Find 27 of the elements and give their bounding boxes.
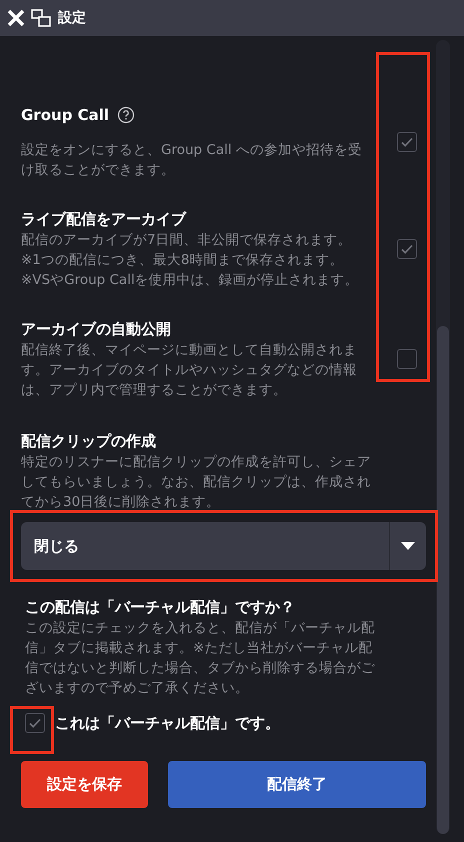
checkbox[interactable] <box>397 349 417 369</box>
checkbox[interactable] <box>397 132 417 152</box>
window-title: 設定 <box>58 8 86 28</box>
scrollbar[interactable] <box>436 40 450 834</box>
setting-title: この配信は「バーチャル配信」ですか？ <box>25 597 296 618</box>
help-icon[interactable] <box>117 106 136 124</box>
setting-description: 配信終了後、マイページに動画として自動公開されます。アーカイブのタイトルやハッシュタグなどの情報は、アプリ内で管理することができます。 <box>21 341 358 400</box>
windows-icon[interactable] <box>30 7 52 29</box>
setting-title: ライブ配信をアーカイブ <box>21 209 186 230</box>
setting-description: 配信のアーカイブが7日間、非公開で保存されます。 <box>21 231 353 250</box>
setting-title: アーカイブの自動公開 <box>21 319 171 340</box>
setting-description: ※1つの配信につき、最大8時間まで保存されます。 <box>21 251 344 270</box>
setting-description: ※VSやGroup Callを使用中は、録画が停止されます。 <box>21 271 360 290</box>
end-button[interactable]: 配信終了 <box>168 760 426 808</box>
checkbox-label[interactable]: これは「バーチャル配信」です。 <box>55 712 280 734</box>
setting-description: 特定のリスナーに配信クリップの作成を許可し、シェアしてもらいましょう。なお、配信クリップは、作成されてから30日後に削除されます。 <box>21 453 372 512</box>
setting-description: 設定をオンにすると、Group Call への参加や招待を受け取ることができます。 <box>21 141 363 180</box>
scrollbar-thumb[interactable] <box>437 326 449 834</box>
setting-title: 配信クリップの作成 <box>21 431 157 452</box>
caret-icon <box>401 542 415 550</box>
setting-description: この設定にチェックを入れると、配信が「バーチャル配信」タブに掲載されます。※ただし当社がバーチャル配信ではないと判断した場合、タブから削除する場合がございますので予めご了承ください。 <box>25 619 376 698</box>
close-icon[interactable] <box>6 8 26 28</box>
dropdown[interactable]: 閉じる <box>21 522 426 570</box>
setting-title: Group Call <box>21 105 110 126</box>
save-button[interactable]: 設定を保存 <box>21 760 148 808</box>
checkbox[interactable] <box>397 239 417 259</box>
checkbox[interactable] <box>25 713 45 734</box>
